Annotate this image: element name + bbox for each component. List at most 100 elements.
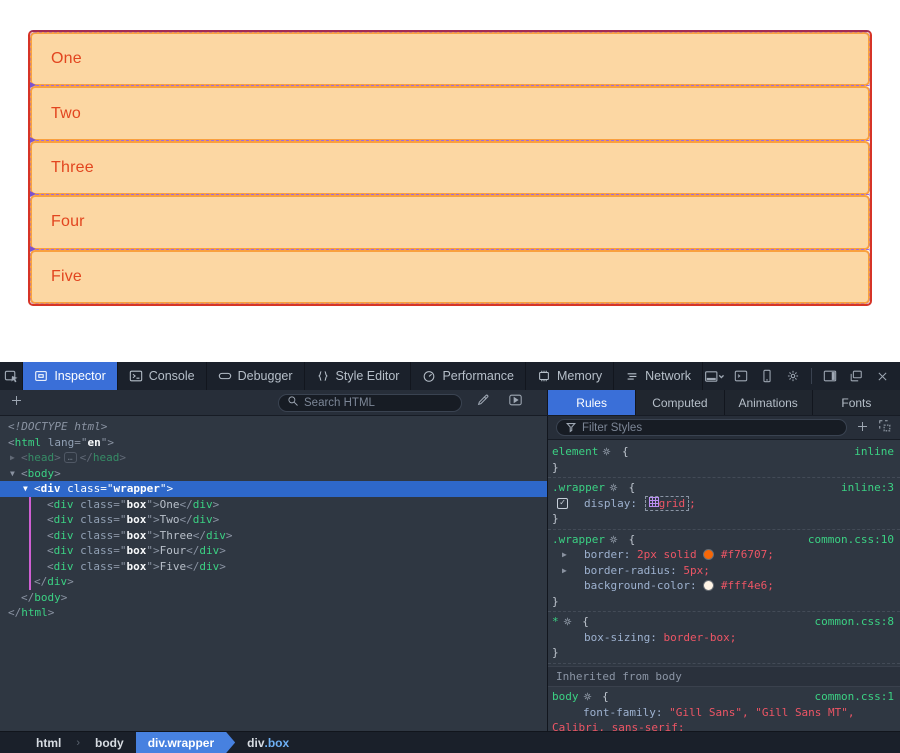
grid-icon[interactable]: [649, 497, 659, 507]
sidebar-tab-computed[interactable]: Computed: [636, 390, 724, 415]
dock-side-icon[interactable]: [818, 364, 842, 388]
windows-icon[interactable]: [844, 364, 868, 388]
search-html-input[interactable]: [304, 397, 453, 409]
property-value[interactable]: 2px solid: [637, 548, 703, 561]
rule-selector[interactable]: .wrapper: [552, 481, 605, 494]
markup-token: class: [74, 560, 114, 573]
declaration-expander-icon[interactable]: ▶: [562, 563, 567, 579]
tab-inspector[interactable]: Inspector: [23, 362, 117, 390]
markup-row[interactable]: <div class="box">Five</div>: [0, 559, 547, 575]
markup-token: <: [47, 560, 54, 573]
markup-token: <: [47, 498, 54, 511]
rule-selector[interactable]: element: [552, 445, 598, 458]
markup-row[interactable]: <div class="box">Two</div>: [0, 512, 547, 528]
css-declaration[interactable]: ▶border: 2px solid #f76707;: [548, 547, 900, 563]
markup-row[interactable]: ▼<body>: [0, 466, 547, 482]
selector-gear-icon[interactable]: [601, 446, 612, 457]
node-picker-button[interactable]: [0, 362, 23, 390]
pseudo-class-button[interactable]: [878, 418, 892, 437]
dock-bottom-caret-icon[interactable]: [703, 364, 727, 388]
property-value[interactable]: border-box: [663, 631, 729, 644]
css-declaration[interactable]: font-family: "Gill Sans", "Gill Sans MT"…: [548, 705, 900, 732]
rule-selector[interactable]: body: [552, 690, 579, 703]
property-value[interactable]: #fff4e6: [714, 579, 767, 592]
responsive-mode-icon[interactable]: [755, 364, 779, 388]
markup-row[interactable]: <div class="box">One</div>: [0, 497, 547, 513]
tab-performance[interactable]: Performance: [411, 362, 526, 390]
tab-style-editor[interactable]: Style Editor: [305, 362, 412, 390]
declaration-expander-icon[interactable]: ▶: [562, 547, 567, 563]
eyedropper-icon[interactable]: [476, 393, 490, 412]
sidebar-tab-fonts[interactable]: Fonts: [813, 390, 900, 415]
add-node-button[interactable]: [10, 394, 23, 412]
rule-selector[interactable]: .wrapper: [552, 533, 605, 546]
markup-row[interactable]: ▶<head>…</head>: [0, 450, 547, 466]
property-name[interactable]: box-sizing: [584, 631, 650, 644]
color-swatch[interactable]: [704, 581, 713, 590]
property-value[interactable]: #f76707: [714, 548, 767, 561]
filter-styles-input[interactable]: [582, 422, 838, 434]
markup-row[interactable]: </div>: [0, 574, 547, 590]
split-console-icon[interactable]: [729, 364, 753, 388]
markup-token: =": [113, 560, 126, 573]
markup-row[interactable]: <div class="box">Four</div>: [0, 543, 547, 559]
css-declaration[interactable]: box-sizing: border-box;: [548, 630, 900, 646]
breadcrumb-item[interactable]: html: [24, 732, 73, 753]
sidebar-tab-rules[interactable]: Rules: [548, 390, 636, 415]
markup-token: </: [186, 560, 199, 573]
twisty-icon[interactable]: ▼: [23, 481, 28, 497]
rule-source-link[interactable]: common.css:8: [815, 614, 894, 630]
css-declaration[interactable]: ▶border-radius: 5px;: [548, 563, 900, 579]
tab-label: Network: [645, 369, 691, 383]
property-value[interactable]: 5px: [683, 564, 703, 577]
property-name[interactable]: font-family: [583, 706, 656, 719]
property-name[interactable]: display: [584, 497, 630, 510]
selector-gear-icon[interactable]: [608, 534, 619, 545]
breadcrumb-item[interactable]: body: [83, 732, 136, 753]
close-icon[interactable]: [870, 364, 894, 388]
markup-row[interactable]: <html lang="en">: [0, 435, 547, 451]
rule-source-link[interactable]: common.css:10: [808, 532, 894, 548]
search-html-box[interactable]: [278, 394, 462, 412]
grid-box-label: One: [51, 50, 82, 68]
rule-selector[interactable]: *: [552, 615, 559, 628]
markup-row[interactable]: ▼<div class="wrapper">: [0, 481, 547, 497]
selector-gear-icon[interactable]: [582, 691, 593, 702]
add-rule-button[interactable]: [856, 418, 869, 437]
property-name[interactable]: border-radius: [584, 564, 670, 577]
property-name[interactable]: border: [584, 548, 624, 561]
tab-network[interactable]: Network: [614, 362, 703, 390]
css-declaration[interactable]: ✓display: grid;: [548, 496, 900, 512]
rule-source-link[interactable]: common.css:1: [815, 689, 894, 705]
selector-gear-icon[interactable]: [562, 616, 573, 627]
twisty-icon[interactable]: ▼: [10, 466, 15, 482]
twisty-icon[interactable]: ▶: [10, 450, 15, 466]
settings-icon[interactable]: [781, 364, 805, 388]
tab-console[interactable]: Console: [118, 362, 207, 390]
play-frame-icon[interactable]: [508, 393, 523, 412]
property-name[interactable]: background-color: [584, 579, 690, 592]
markup-token: ">: [146, 513, 159, 526]
breadcrumb-item[interactable]: div.wrapper: [136, 732, 235, 753]
color-swatch[interactable]: [704, 550, 713, 559]
tab-memory[interactable]: Memory: [526, 362, 614, 390]
css-declaration[interactable]: background-color: #fff4e6;: [548, 578, 900, 594]
selector-gear-icon[interactable]: [608, 482, 619, 493]
markup-token: ">: [146, 560, 159, 573]
toolbox-controls: [703, 362, 900, 390]
markup-row[interactable]: <div class="box">Three</div>: [0, 528, 547, 544]
declaration-checkbox[interactable]: ✓: [557, 498, 568, 509]
filter-styles-box[interactable]: [556, 419, 847, 436]
breadcrumb-item[interactable]: div.box: [235, 732, 301, 753]
markup-row[interactable]: </html>: [0, 605, 547, 621]
property-value[interactable]: grid: [659, 497, 686, 510]
markup-row[interactable]: <!DOCTYPE html>: [0, 419, 547, 435]
markup-token: div: [54, 513, 74, 526]
inspector-content: <!DOCTYPE html><html lang="en">▶<head>…<…: [0, 416, 900, 731]
tab-debugger[interactable]: Debugger: [207, 362, 305, 390]
rule-source-link[interactable]: inline:3: [841, 480, 894, 496]
rule-source-link[interactable]: inline: [854, 444, 894, 460]
property-colon: :: [624, 548, 637, 561]
sidebar-tab-animations[interactable]: Animations: [725, 390, 813, 415]
markup-row[interactable]: </body>: [0, 590, 547, 606]
